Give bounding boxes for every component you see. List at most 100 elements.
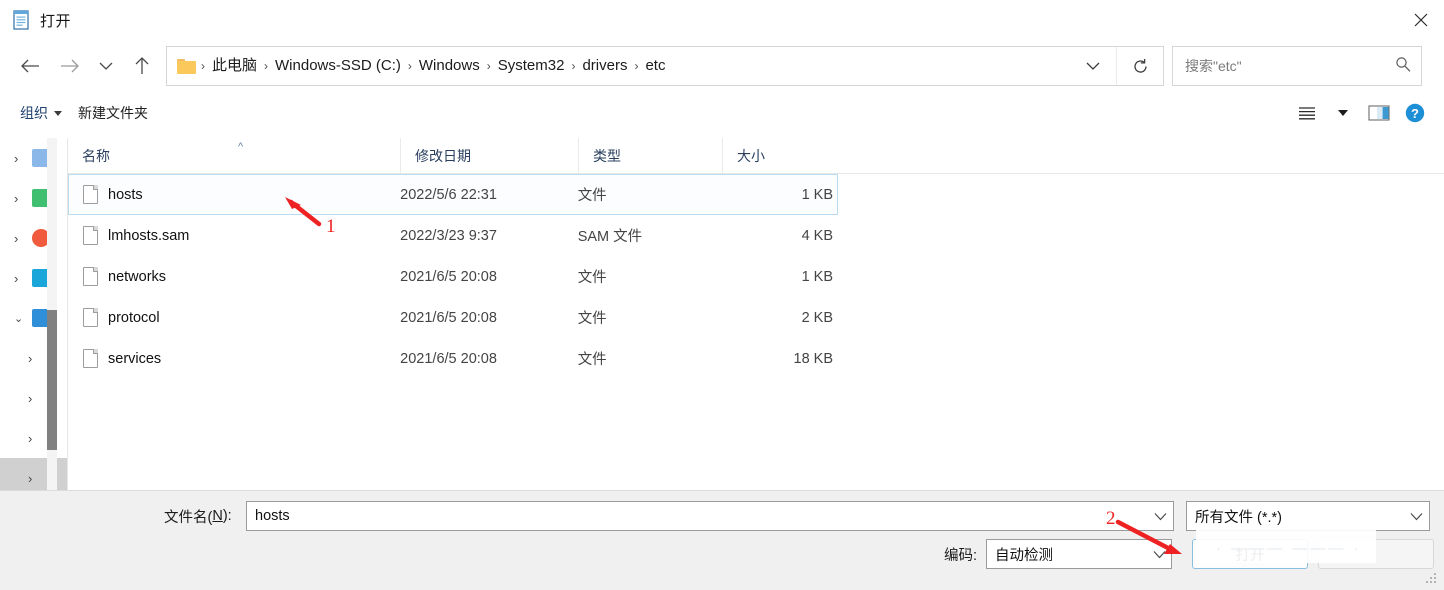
filename-row: 文件名(N): hosts 所有文件 (*.*) — [0, 501, 1444, 531]
chevron-right-icon[interactable]: › — [28, 351, 40, 366]
file-name-cell: hosts — [69, 185, 400, 204]
filename-chevron-down-icon[interactable] — [1147, 502, 1173, 530]
chevron-right-icon[interactable]: › — [14, 191, 26, 206]
file-type-cell: 文件 — [577, 352, 607, 368]
file-size-cell: 18 KB — [793, 350, 834, 367]
column-header-type[interactable]: 类型 — [578, 137, 722, 174]
breadcrumb-item-1[interactable]: Windows-SSD (C:) — [269, 54, 407, 78]
encoding-chevron-down-icon[interactable] — [1147, 550, 1171, 559]
caret-down-icon — [54, 110, 62, 116]
help-icon[interactable]: ? — [1398, 96, 1432, 130]
filename-input[interactable]: hosts — [246, 501, 1174, 531]
file-name-cell: services — [69, 349, 400, 368]
chevron-down-icon[interactable]: ⌄ — [14, 312, 26, 325]
view-caret-down-icon[interactable] — [1326, 96, 1360, 130]
search-icon[interactable] — [1395, 56, 1411, 77]
file-icon — [83, 185, 98, 204]
column-header-size-label: 大小 — [737, 147, 765, 164]
file-name-cell: networks — [69, 267, 400, 286]
recent-locations-icon[interactable] — [90, 46, 122, 86]
navigation-pane[interactable]: › › › › ⌄ › › › › › — [0, 138, 68, 490]
table-row[interactable]: hosts 2022/5/6 22:31 文件 1 KB — [68, 174, 838, 215]
file-name-cell: lmhosts.sam — [69, 226, 400, 245]
file-name-cell: protocol — [69, 308, 400, 327]
encoding-select[interactable]: 自动检测 — [986, 539, 1172, 569]
address-box[interactable]: › 此电脑 › Windows-SSD (C:) › Windows › Sys… — [166, 46, 1164, 86]
chevron-right-icon[interactable]: › — [28, 431, 40, 446]
file-icon — [83, 349, 98, 368]
breadcrumb-item-4[interactable]: drivers — [576, 54, 633, 78]
list-view-icon[interactable] — [1290, 96, 1324, 130]
back-button[interactable] — [10, 46, 50, 86]
command-bar-right: ? — [1290, 92, 1432, 134]
column-header-type-label: 类型 — [593, 147, 621, 164]
table-row[interactable]: networks 2021/6/5 20:08 文件 1 KB — [68, 256, 838, 297]
annotation-number-2: 2 — [1106, 508, 1116, 529]
column-header-date-label: 修改日期 — [415, 147, 471, 164]
chevron-right-icon[interactable]: › — [14, 271, 26, 286]
search-input[interactable]: 搜索"etc" — [1185, 56, 1395, 76]
file-type-cell: 文件 — [577, 188, 607, 204]
filetype-select[interactable]: 所有文件 (*.*) — [1186, 501, 1430, 531]
filename-value[interactable]: hosts — [247, 508, 1147, 524]
organize-button[interactable]: 组织 — [12, 99, 70, 127]
column-header-date[interactable]: 修改日期 — [400, 137, 578, 174]
up-button[interactable] — [122, 46, 162, 86]
address-bar-row: › 此电脑 › Windows-SSD (C:) › Windows › Sys… — [0, 40, 1444, 92]
file-name-text: networks — [108, 268, 167, 285]
file-name-text: hosts — [108, 186, 143, 203]
search-box[interactable]: 搜索"etc" — [1172, 46, 1422, 86]
forward-button[interactable] — [50, 46, 90, 86]
file-icon — [83, 226, 98, 245]
chevron-right-icon[interactable]: › — [28, 391, 40, 406]
filename-label-key: N — [212, 508, 223, 524]
scrollbar-thumb[interactable] — [47, 310, 57, 450]
file-date-cell: 2022/3/23 9:37 — [400, 227, 497, 244]
title-bar: 打开 — [0, 0, 1444, 40]
breadcrumb-item-3[interactable]: System32 — [492, 54, 571, 78]
chevron-down-icon[interactable] — [1070, 47, 1116, 85]
refresh-icon[interactable] — [1117, 47, 1163, 85]
column-header-size[interactable]: 大小 — [722, 137, 838, 174]
close-icon[interactable] — [1398, 0, 1444, 40]
preview-pane-icon[interactable] — [1362, 96, 1396, 130]
file-icon — [83, 267, 98, 286]
filetype-value: 所有文件 (*.*) — [1195, 509, 1282, 526]
chevron-right-icon[interactable]: › — [14, 151, 26, 166]
file-date-cell: 2021/6/5 20:08 — [400, 350, 497, 367]
file-list-pane[interactable]: 名称 ^ 修改日期 类型 大小 hosts 2022/5/6 22:31 文件 — [68, 137, 1444, 490]
column-header-name[interactable]: 名称 ^ — [68, 138, 400, 174]
file-icon — [83, 308, 98, 327]
filename-label: 文件名(N): — [164, 501, 232, 531]
sort-ascending-icon: ^ — [238, 140, 244, 153]
new-folder-button[interactable]: 新建文件夹 — [70, 99, 156, 127]
breadcrumb-item-2[interactable]: Windows — [413, 54, 486, 78]
file-size-cell: 1 KB — [801, 186, 833, 203]
chevron-right-icon[interactable]: › — [14, 231, 26, 246]
breadcrumb-item-0[interactable]: 此电脑 — [206, 54, 263, 78]
resize-grip[interactable] — [1426, 573, 1438, 585]
file-name-text: protocol — [108, 309, 160, 326]
main-area: › › › › ⌄ › › › › › — [0, 137, 1444, 490]
filetype-chevron-down-icon[interactable] — [1403, 512, 1429, 521]
breadcrumb: › 此电脑 › Windows-SSD (C:) › Windows › Sys… — [167, 47, 1070, 85]
file-type-cell: 文件 — [577, 270, 607, 286]
file-type-cell: 文件 — [577, 311, 607, 327]
breadcrumb-item-5[interactable]: etc — [639, 54, 671, 78]
organize-label: 组织 — [20, 105, 48, 121]
chevron-right-icon[interactable]: › — [28, 471, 40, 486]
table-row[interactable]: lmhosts.sam 2022/3/23 9:37 SAM 文件 4 KB — [68, 215, 838, 256]
column-header-row: 名称 ^ 修改日期 类型 大小 — [68, 137, 1444, 174]
folder-icon — [177, 58, 196, 74]
file-name-text: services — [108, 350, 162, 367]
nav-pane-scrollbar[interactable] — [47, 138, 57, 490]
window-title: 打开 — [40, 12, 72, 30]
table-row[interactable]: protocol 2021/6/5 20:08 文件 2 KB — [68, 297, 838, 338]
notepad-icon — [12, 10, 30, 30]
file-size-cell: 4 KB — [801, 227, 833, 244]
file-rows: hosts 2022/5/6 22:31 文件 1 KB lmhosts.sam… — [68, 174, 1444, 379]
command-bar: 组织 新建文件夹 ? — [0, 92, 1444, 134]
column-header-name-label: 名称 — [82, 147, 110, 164]
annotation-number-1: 1 — [326, 216, 336, 237]
table-row[interactable]: services 2021/6/5 20:08 文件 18 KB — [68, 338, 838, 379]
